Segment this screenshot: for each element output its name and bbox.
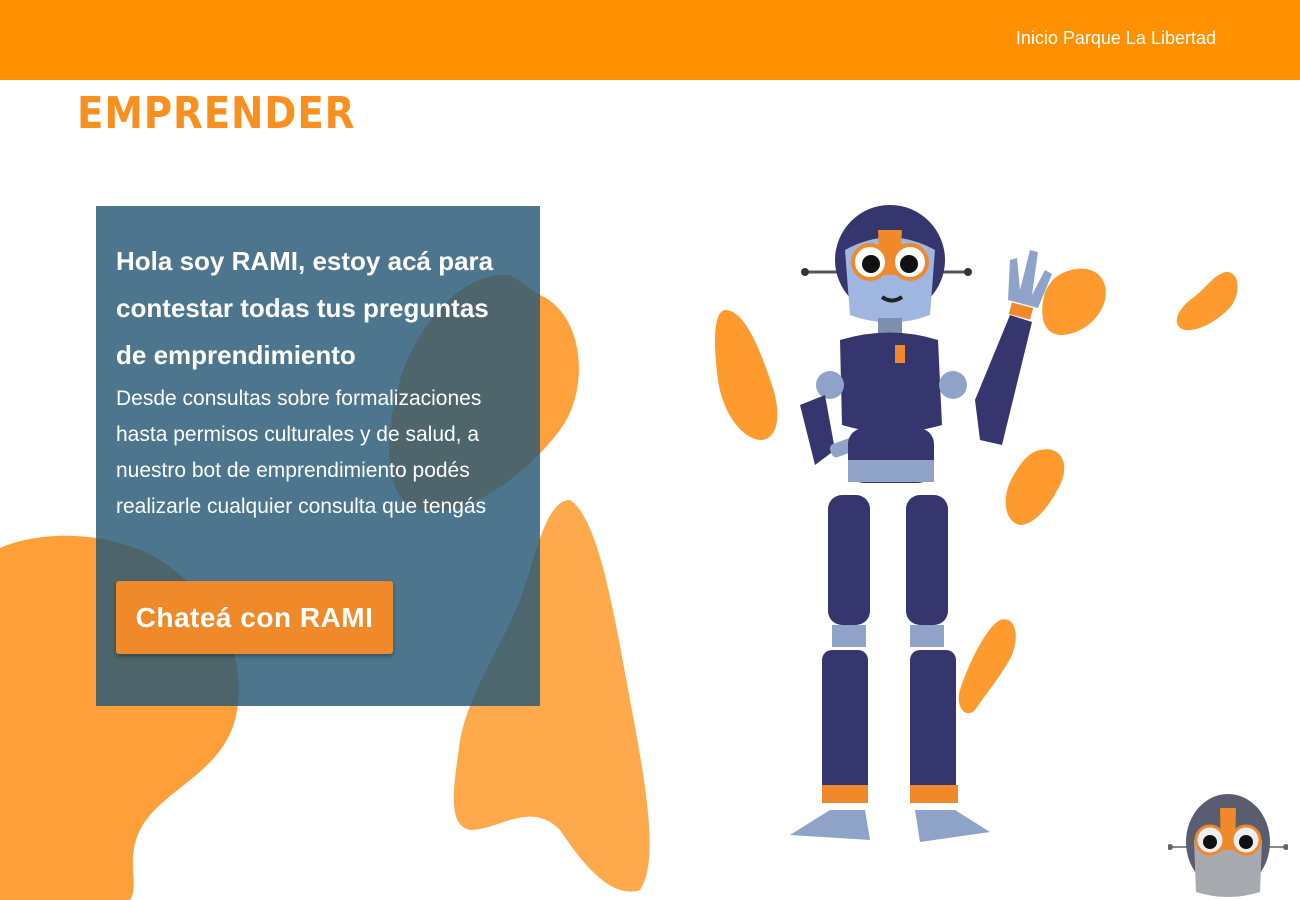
robot-head-chat-launcher[interactable]	[1168, 780, 1288, 900]
card-description: Desde consultas sobre formalizaciones ha…	[116, 387, 487, 518]
rami-intro-card: Hola soy RAMI, estoy acá para contestar …	[96, 206, 540, 706]
card-heading: Hola soy RAMI, estoy acá para contestar …	[116, 246, 494, 370]
chat-with-rami-button[interactable]: Chateá con RAMI	[116, 581, 393, 654]
robot-mascot-illustration	[790, 205, 1052, 842]
